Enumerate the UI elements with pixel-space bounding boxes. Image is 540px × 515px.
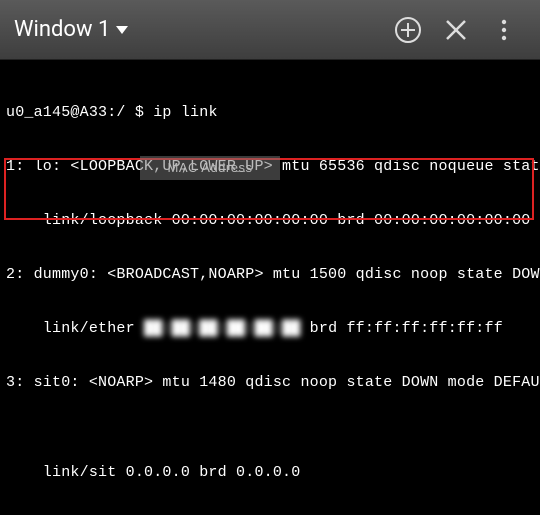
titlebar: Window 1 <box>0 0 540 60</box>
add-button[interactable] <box>386 8 430 52</box>
output-line: 2: dummy0: <BROADCAST,NOARP> mtu 1500 qd… <box>6 266 534 284</box>
more-vertical-icon <box>492 18 516 42</box>
close-button[interactable] <box>434 8 478 52</box>
prompt-user: u0_a145@A33:/ $ <box>6 104 153 121</box>
terminal-output[interactable]: u0_a145@A33:/ $ ip link 1: lo: <LOOPBACK… <box>0 60 540 515</box>
output-line: 1: lo: <LOOPBACK,UP,LOWER_UP> mtu 65536 … <box>6 158 534 176</box>
ether-suffix: brd ff:ff:ff:ff:ff:ff <box>300 320 502 337</box>
prompt-command: ip link <box>153 104 217 121</box>
ether-prefix: link/ether <box>6 320 144 337</box>
output-line: link/ether ██:██:██:██:██:██ brd ff:ff:f… <box>6 320 534 338</box>
chevron-down-icon <box>116 26 128 34</box>
output-line: 3: sit0: <NOARP> mtu 1480 qdisc noop sta… <box>6 374 534 392</box>
prompt-line: u0_a145@A33:/ $ ip link <box>6 104 534 122</box>
mac-address-blurred: ██:██:██:██:██:██ <box>144 320 300 338</box>
output-line: link/sit 0.0.0.0 brd 0.0.0.0 <box>6 464 534 482</box>
window-selector[interactable]: Window 1 <box>14 17 382 42</box>
close-icon <box>443 17 469 43</box>
menu-button[interactable] <box>482 8 526 52</box>
plus-circle-icon <box>393 15 423 45</box>
window-title: Window 1 <box>14 17 110 42</box>
output-line: link/loopback 00:00:00:00:00:00 brd 00:0… <box>6 212 534 230</box>
